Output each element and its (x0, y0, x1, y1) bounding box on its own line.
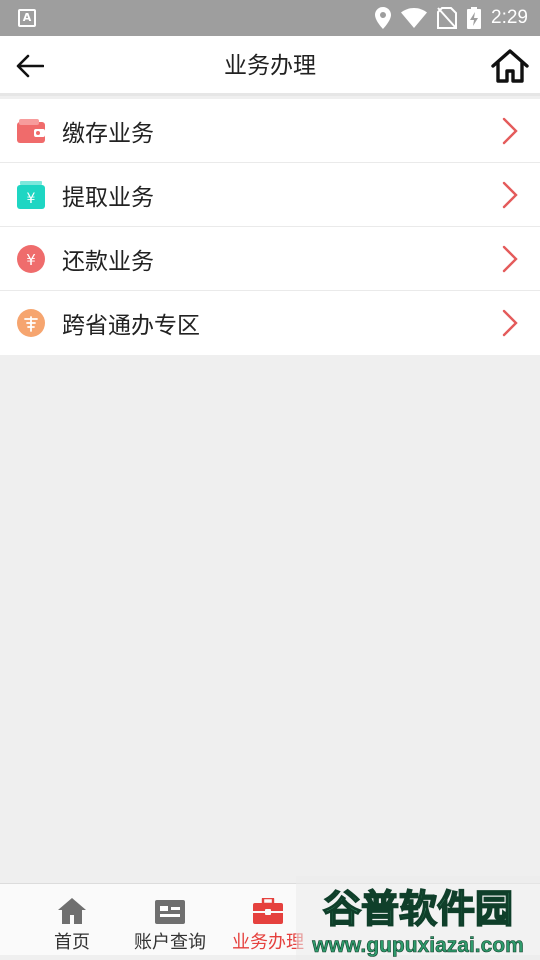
watermark-logo: 谷普软件园 www.gupuxiazai.com (296, 876, 540, 960)
tab-account-query[interactable]: 账户查询 (120, 884, 220, 956)
home-outline-icon (491, 49, 529, 83)
watermark-brand: 谷普软件园 (323, 887, 513, 931)
menu-item-cross-province[interactable]: 跨省通办专区 (0, 291, 540, 355)
tab-label: 首页 (54, 932, 90, 953)
menu-item-withdraw[interactable]: ¥ 提取业务 (0, 163, 540, 227)
status-bar: A 2:29 (0, 0, 540, 36)
location-icon (375, 7, 392, 29)
chevron-right-icon (502, 117, 518, 145)
svg-text:¥: ¥ (26, 251, 36, 269)
wifi-icon (401, 8, 428, 28)
clock: 2:29 (491, 7, 528, 28)
id-card-icon (155, 900, 185, 924)
chevron-right-icon (502, 309, 518, 337)
status-icons: 2:29 (375, 6, 528, 30)
briefcase-icon (253, 898, 283, 924)
withdraw-icon: ¥ (16, 180, 46, 210)
chevron-right-icon (502, 245, 518, 273)
business-menu: 缴存业务 ¥ 提取业务 ¥ 还款业务 跨省通办专区 (0, 99, 540, 355)
watermark-url: www.gupuxiazai.com (311, 934, 524, 957)
menu-item-deposit[interactable]: 缴存业务 (0, 99, 540, 163)
no-sim-icon (437, 7, 458, 29)
tab-home[interactable]: 首页 (22, 884, 122, 956)
tab-label: 账户查询 (134, 932, 206, 953)
loan-icon (16, 308, 46, 338)
menu-item-label: 还款业务 (62, 248, 154, 275)
svg-text:¥: ¥ (27, 191, 36, 207)
repay-icon: ¥ (16, 244, 46, 274)
wallet-icon (16, 116, 46, 146)
menu-item-label: 缴存业务 (62, 120, 154, 147)
notification-app-icon: A (18, 9, 36, 27)
home-icon (58, 898, 86, 924)
menu-item-label: 跨省通办专区 (62, 313, 200, 339)
menu-item-repay[interactable]: ¥ 还款业务 (0, 227, 540, 291)
battery-charging-icon (467, 7, 482, 29)
menu-item-label: 提取业务 (62, 184, 154, 211)
chevron-right-icon (502, 181, 518, 209)
page-title: 业务办理 (224, 53, 316, 79)
nav-bar: 业务办理 (0, 36, 540, 96)
home-button[interactable] (488, 44, 532, 88)
